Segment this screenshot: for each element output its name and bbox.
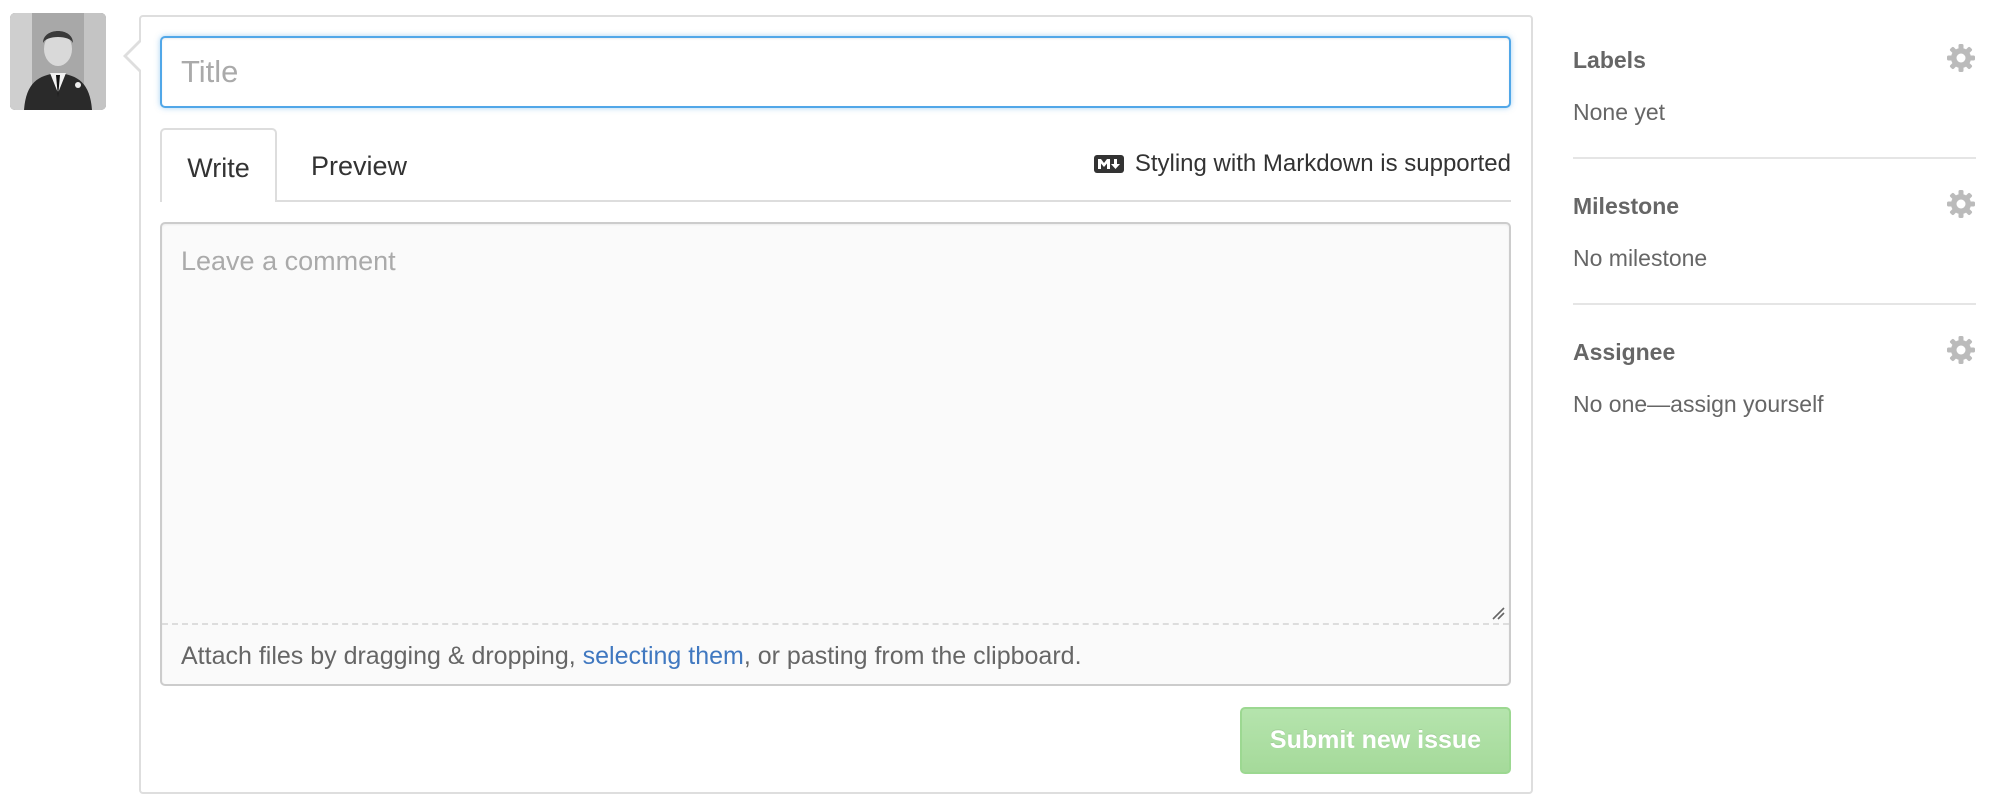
markdown-help-link[interactable]: Styling with Markdown is supported <box>1093 150 1511 178</box>
attach-files-hint: Attach files by dragging & dropping, sel… <box>181 642 1082 671</box>
comment-box: Attach files by dragging & dropping, sel… <box>160 222 1511 686</box>
sidebar-divider <box>1573 303 1976 305</box>
attach-suffix: , or pasting from the clipboard. <box>743 642 1082 670</box>
avatar[interactable] <box>10 13 106 110</box>
labels-gear-icon[interactable] <box>1946 43 1976 73</box>
comment-pointer-fill <box>127 42 141 70</box>
tab-preview[interactable]: Preview <box>297 128 421 202</box>
select-files-link[interactable]: selecting them <box>583 642 744 670</box>
markdown-note-text: Styling with Markdown is supported <box>1134 150 1511 177</box>
submit-issue-button[interactable]: Submit new issue <box>1240 707 1511 774</box>
title-input[interactable] <box>160 36 1511 108</box>
sidebar-divider <box>1573 157 1976 159</box>
avatar-image <box>10 13 106 110</box>
drop-zone-divider <box>162 623 1509 625</box>
assign-yourself-link[interactable]: No one—assign yourself <box>1573 391 1824 417</box>
labels-heading: Labels <box>1573 47 1646 73</box>
milestone-heading: Milestone <box>1573 193 1680 219</box>
comment-textarea[interactable] <box>162 224 1509 622</box>
assignee-heading: Assignee <box>1573 339 1676 365</box>
assignee-value: No one—assign yourself <box>1573 391 1824 418</box>
tab-write[interactable]: Write <box>160 128 277 202</box>
milestone-gear-icon[interactable] <box>1946 189 1976 219</box>
milestone-value: No milestone <box>1573 245 1708 271</box>
attach-prefix: Attach files by dragging & dropping, <box>181 642 583 670</box>
assignee-gear-icon[interactable] <box>1946 335 1976 365</box>
markdown-icon <box>1093 154 1125 174</box>
labels-value: None yet <box>1573 99 1666 125</box>
